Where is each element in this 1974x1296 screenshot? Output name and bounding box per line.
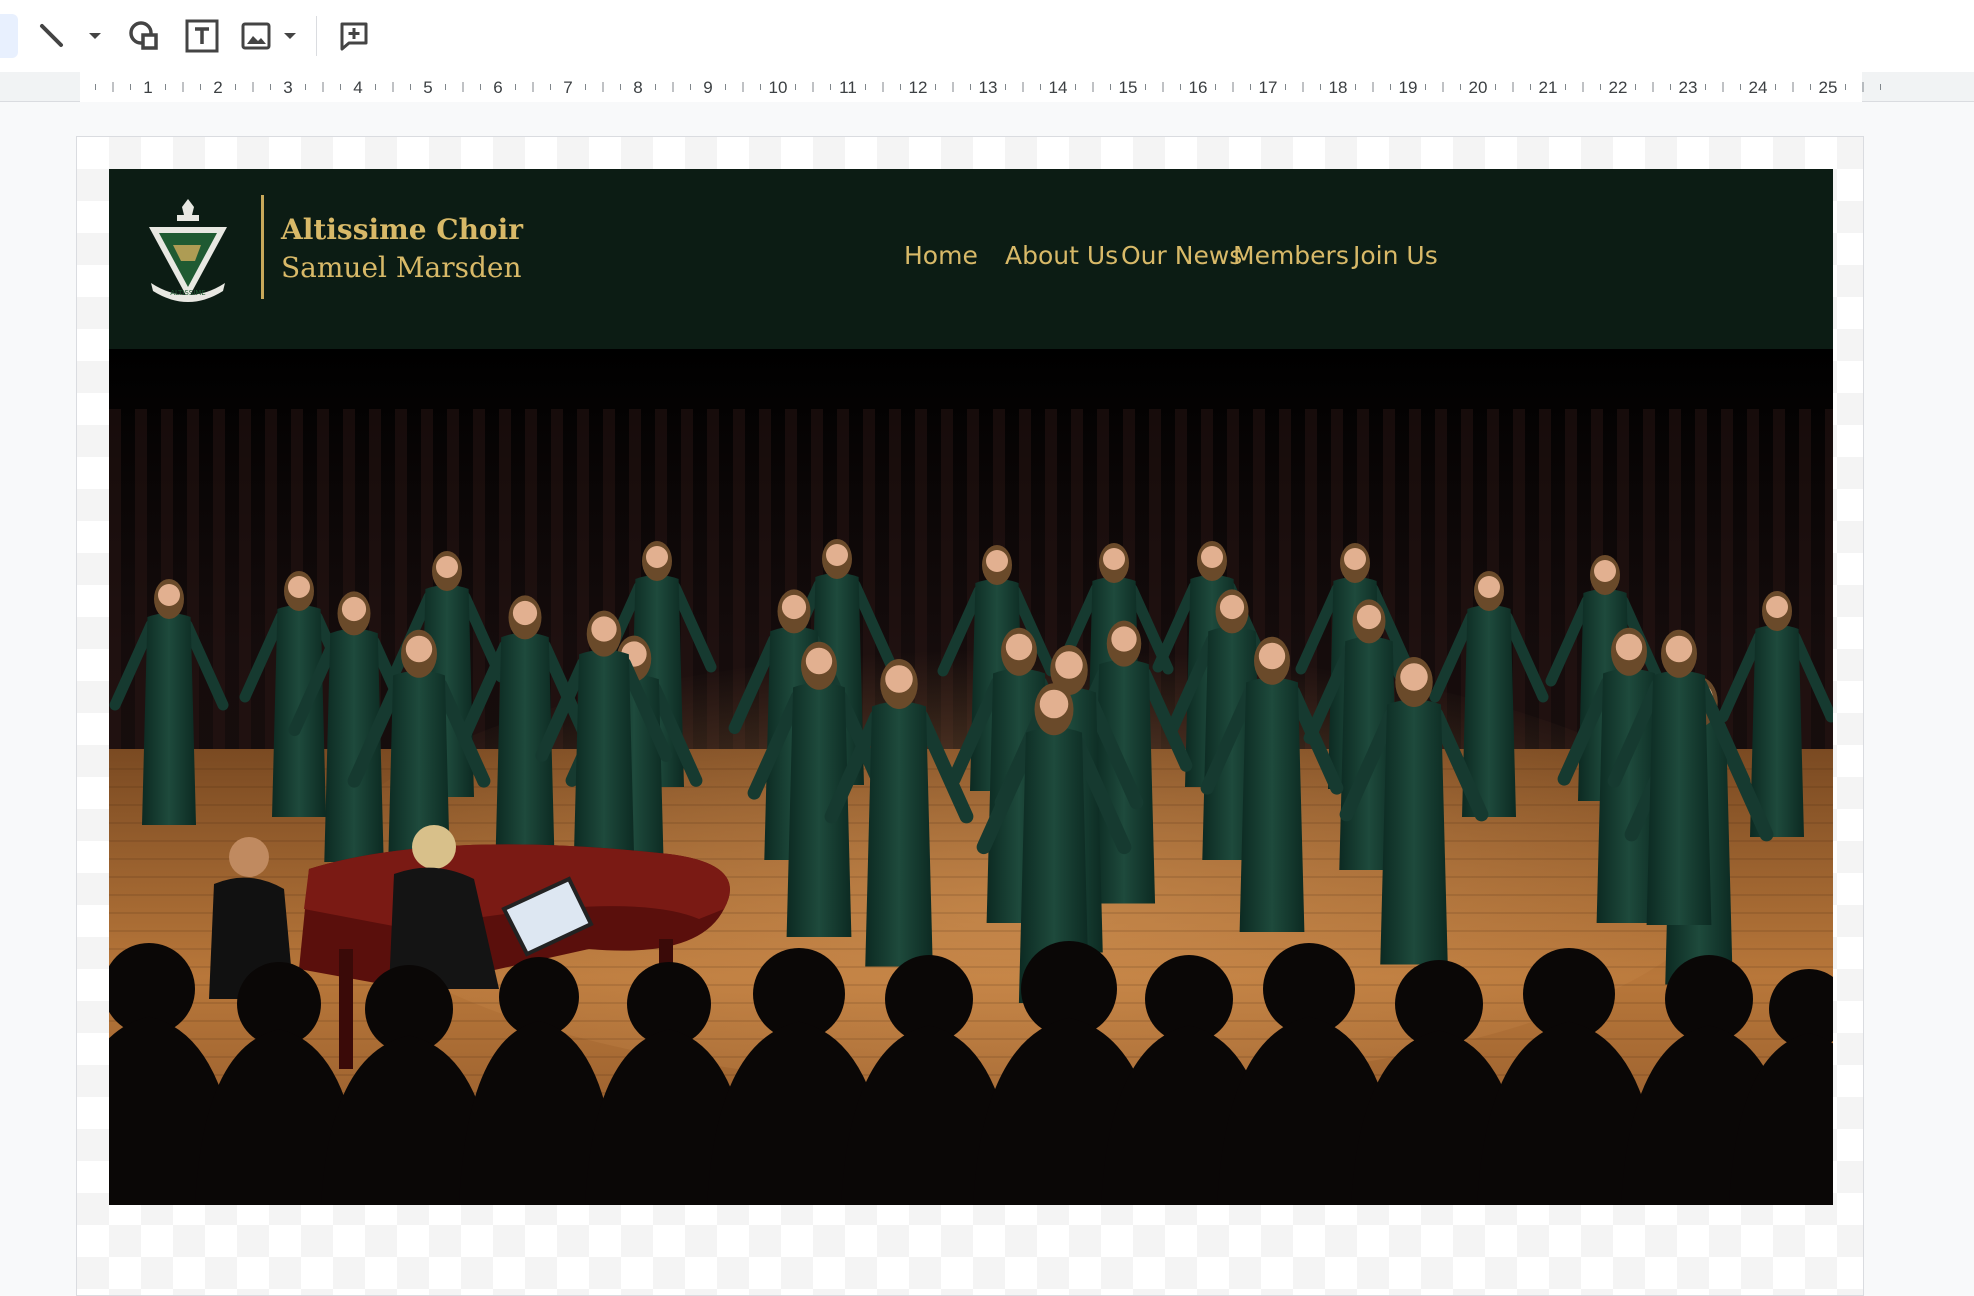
ruler-label: 8	[633, 78, 642, 97]
ruler-label: 1	[143, 78, 152, 97]
editor-toolbar	[0, 0, 1974, 72]
ruler-label: 22	[1609, 78, 1628, 97]
ruler-label: 13	[979, 78, 998, 97]
line-tool-button[interactable]	[30, 14, 74, 58]
choir-performance-photo	[109, 349, 1833, 1205]
choir-scene	[109, 349, 1833, 1205]
nav-our-news[interactable]: Our News	[1121, 241, 1242, 270]
textbox-icon	[185, 19, 219, 53]
ruler-label: 20	[1469, 78, 1488, 97]
curtain-fold	[1513, 409, 1525, 749]
curtain-fold	[1565, 409, 1577, 749]
brand-subtitle: Samuel Marsden	[281, 251, 522, 284]
ruler-label: 15	[1119, 78, 1138, 97]
header-divider	[261, 195, 264, 299]
toolbar-divider	[316, 16, 317, 56]
ruler-label: 24	[1749, 78, 1768, 97]
curtain-fold	[135, 409, 147, 749]
ruler-scale: 1 2 3 4 5 6 7 8 9 10 11 12 13 14 15 16 17 18 19 20 21 22 23 24 2…	[95, 78, 1881, 97]
image-icon	[241, 22, 271, 50]
ruler-label: 12	[909, 78, 928, 97]
slide-canvas: ALTISSIME Altissime Choir Samuel Marsden…	[0, 102, 1974, 1296]
image-dropdown-button[interactable]	[278, 14, 302, 58]
horizontal-ruler[interactable]: 1 2 3 4 5 6 7 8 9 10 11 12 13 14 15 16 17 18 19 20 21 22 23 24 2…	[0, 72, 1974, 102]
image-tool-button[interactable]	[236, 14, 276, 58]
ruler-label: 18	[1329, 78, 1348, 97]
slide[interactable]: ALTISSIME Altissime Choir Samuel Marsden…	[76, 136, 1864, 1296]
line-icon	[40, 24, 63, 47]
chevron-down-icon	[284, 33, 296, 39]
nav-home[interactable]: Home	[904, 241, 978, 270]
ruler-label: 7	[563, 78, 572, 97]
ruler-label: 19	[1399, 78, 1418, 97]
line-dropdown-button[interactable]	[82, 14, 108, 58]
ruler-label: 2	[213, 78, 222, 97]
shape-icon	[129, 21, 158, 50]
ruler-label: 25	[1819, 78, 1838, 97]
nav-about-us[interactable]: About Us	[1005, 241, 1118, 270]
ruler-label: 23	[1679, 78, 1698, 97]
choir-crest-logo: ALTISSIME	[149, 199, 227, 302]
ruler-label: 6	[493, 78, 502, 97]
ruler-label: 14	[1049, 78, 1068, 97]
nav-join-us[interactable]: Join Us	[1353, 241, 1438, 270]
site-header: ALTISSIME Altissime Choir Samuel Marsden…	[109, 169, 1833, 349]
shape-tool-button[interactable]	[122, 14, 166, 58]
curtain-fold	[1799, 409, 1811, 749]
chevron-down-icon	[89, 33, 101, 39]
crest-motto: ALTISSIME	[170, 289, 205, 297]
ruler-label: 17	[1259, 78, 1278, 97]
select-tool-button[interactable]	[0, 14, 18, 58]
ruler-label: 3	[283, 78, 292, 97]
ruler-label: 10	[769, 78, 788, 97]
ruler-label: 4	[353, 78, 362, 97]
add-comment-button[interactable]	[332, 14, 376, 58]
brand-title: Altissime Choir	[281, 213, 523, 246]
ruler-label: 11	[839, 78, 857, 97]
ruler-label: 9	[703, 78, 712, 97]
nav-members[interactable]: Members	[1233, 241, 1349, 270]
ruler-label: 16	[1189, 78, 1208, 97]
ruler-label: 21	[1539, 78, 1558, 97]
ruler-label: 5	[423, 78, 432, 97]
add-comment-icon	[340, 22, 368, 51]
website-screenshot-image[interactable]: ALTISSIME Altissime Choir Samuel Marsden…	[109, 169, 1833, 1205]
textbox-tool-button[interactable]	[180, 14, 224, 58]
